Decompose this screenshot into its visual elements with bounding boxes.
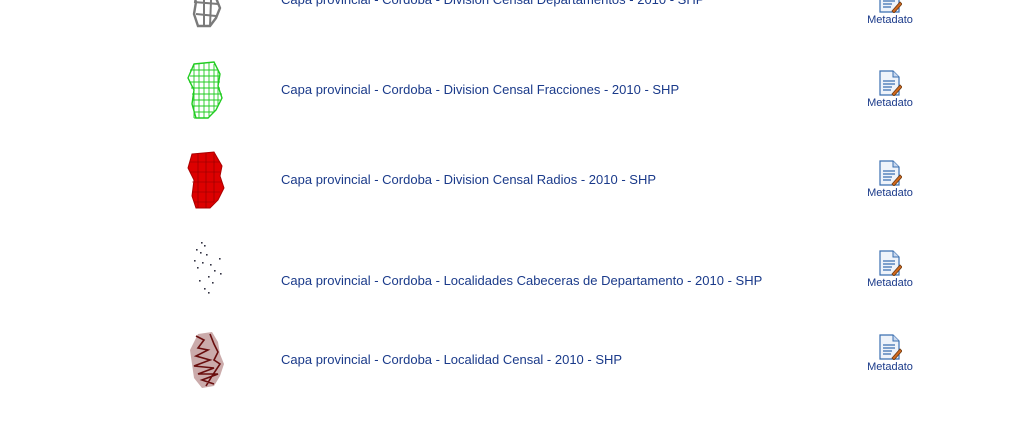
dataset-list: Capa provincial - Cordoba - Division Cen…	[0, 0, 1030, 431]
metadata-document-icon	[879, 0, 902, 13]
dataset-link-radios[interactable]: Capa provincial - Cordoba - Division Cen…	[281, 172, 656, 188]
metadata-button-localidades-cabeceras[interactable]: Metadato	[860, 250, 920, 290]
dataset-link-localidades-cabeceras[interactable]: Capa provincial - Cordoba - Localidades …	[281, 273, 762, 289]
metadata-document-icon	[879, 70, 902, 96]
metadata-document-icon	[879, 334, 902, 360]
departamentos-map-icon[interactable]	[184, 0, 228, 28]
metadata-label: Metadato	[867, 14, 913, 26]
metadata-label: Metadato	[867, 187, 913, 199]
localidad-censal-map-icon[interactable]	[184, 330, 228, 390]
metadata-document-icon	[879, 250, 902, 276]
metadata-label: Metadato	[867, 361, 913, 373]
metadata-document-icon	[879, 160, 902, 186]
dataset-link-fracciones[interactable]: Capa provincial - Cordoba - Division Cen…	[281, 82, 679, 98]
metadata-label: Metadato	[867, 97, 913, 109]
metadata-button-departamentos[interactable]: Metadato	[860, 0, 920, 27]
metadata-button-localidad-censal[interactable]: Metadato	[860, 334, 920, 374]
dataset-link-departamentos[interactable]: Capa provincial - Cordoba - Division Cen…	[281, 0, 704, 8]
fracciones-map-icon[interactable]	[184, 60, 228, 120]
metadata-button-fracciones[interactable]: Metadato	[860, 70, 920, 110]
radios-map-icon[interactable]	[184, 150, 228, 210]
dataset-link-localidad-censal[interactable]: Capa provincial - Cordoba - Localidad Ce…	[281, 352, 622, 368]
metadata-label: Metadato	[867, 277, 913, 289]
metadata-button-radios[interactable]: Metadato	[860, 160, 920, 200]
localidades-cabeceras-map-icon[interactable]	[184, 240, 228, 300]
